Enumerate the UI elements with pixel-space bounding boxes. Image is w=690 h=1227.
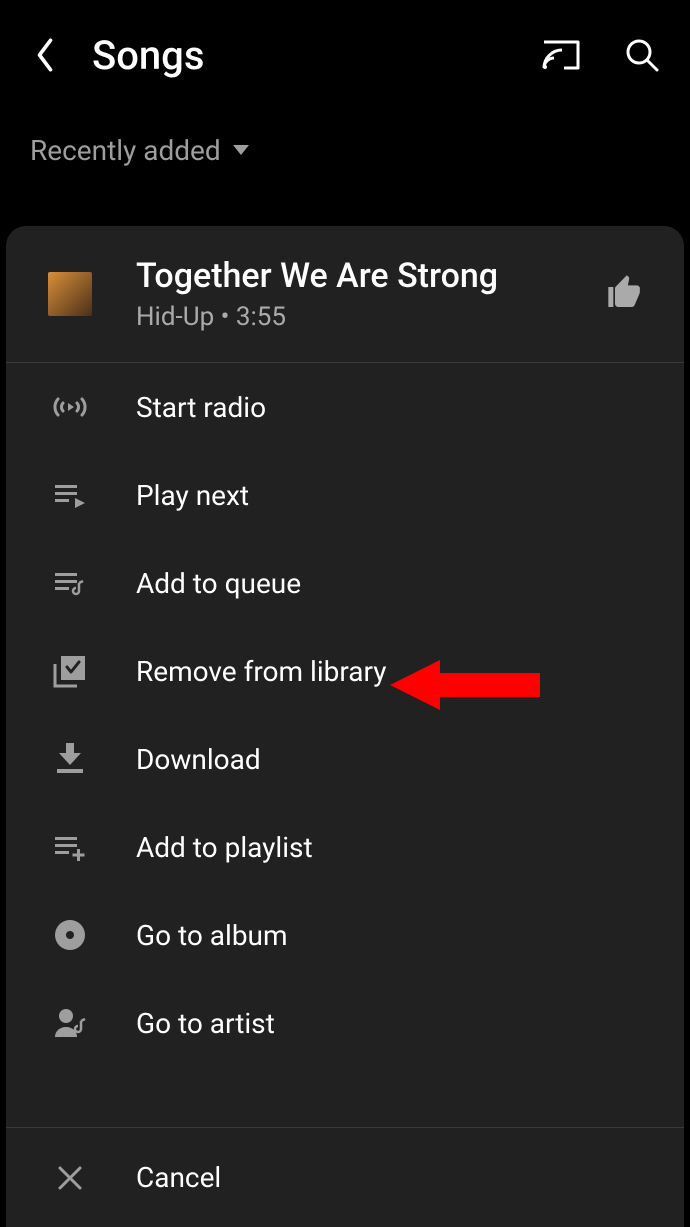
close-icon: [48, 1164, 92, 1192]
chevron-left-icon: [34, 36, 56, 74]
like-button[interactable]: [604, 272, 646, 316]
thumbs-up-icon: [604, 272, 646, 312]
menu-item-play-next[interactable]: Play next: [6, 451, 684, 539]
download-icon: [48, 743, 92, 775]
menu-list: Start radio Play next Add to queue Remov…: [6, 363, 684, 1127]
menu-item-label: Start radio: [136, 391, 266, 424]
dropdown-triangle-icon: [231, 143, 251, 157]
artist-icon: [48, 1007, 92, 1039]
track-subtitle: Hid-Up • 3:55: [136, 302, 604, 332]
menu-item-label: Download: [136, 743, 261, 776]
menu-item-label: Go to album: [136, 919, 288, 952]
cancel-button[interactable]: Cancel: [6, 1127, 684, 1227]
queue-icon: [48, 569, 92, 597]
menu-item-remove-from-library[interactable]: Remove from library: [6, 627, 684, 715]
search-icon: [624, 37, 660, 73]
sort-label: Recently added: [30, 134, 221, 167]
menu-item-download[interactable]: Download: [6, 715, 684, 803]
menu-item-label: Play next: [136, 479, 249, 512]
page-title: Songs: [92, 32, 540, 79]
menu-item-go-to-artist[interactable]: Go to artist: [6, 979, 684, 1067]
sort-dropdown[interactable]: Recently added: [0, 110, 690, 190]
menu-item-go-to-album[interactable]: Go to album: [6, 891, 684, 979]
menu-item-label: Add to playlist: [136, 831, 313, 864]
playlist-add-icon: [48, 833, 92, 861]
cast-icon: [540, 38, 582, 72]
album-art: [48, 272, 92, 316]
top-bar: Songs: [0, 0, 690, 110]
play-next-icon: [48, 481, 92, 509]
context-menu-sheet: Together We Are Strong Hid-Up • 3:55 Sta…: [6, 226, 684, 1227]
menu-item-add-to-playlist[interactable]: Add to playlist: [6, 803, 684, 891]
menu-item-label: Remove from library: [136, 655, 387, 688]
track-header: Together We Are Strong Hid-Up • 3:55: [6, 226, 684, 363]
track-title: Together We Are Strong: [136, 256, 604, 296]
menu-item-start-radio[interactable]: Start radio: [6, 363, 684, 451]
menu-item-add-to-queue[interactable]: Add to queue: [6, 539, 684, 627]
cancel-label: Cancel: [136, 1161, 221, 1194]
search-button[interactable]: [624, 37, 660, 73]
back-button[interactable]: [20, 36, 70, 74]
menu-item-label: Add to queue: [136, 567, 301, 600]
radio-icon: [48, 393, 92, 421]
remove-library-icon: [48, 654, 92, 688]
menu-item-label: Go to artist: [136, 1007, 275, 1040]
album-icon: [48, 918, 92, 952]
cast-button[interactable]: [540, 38, 582, 72]
